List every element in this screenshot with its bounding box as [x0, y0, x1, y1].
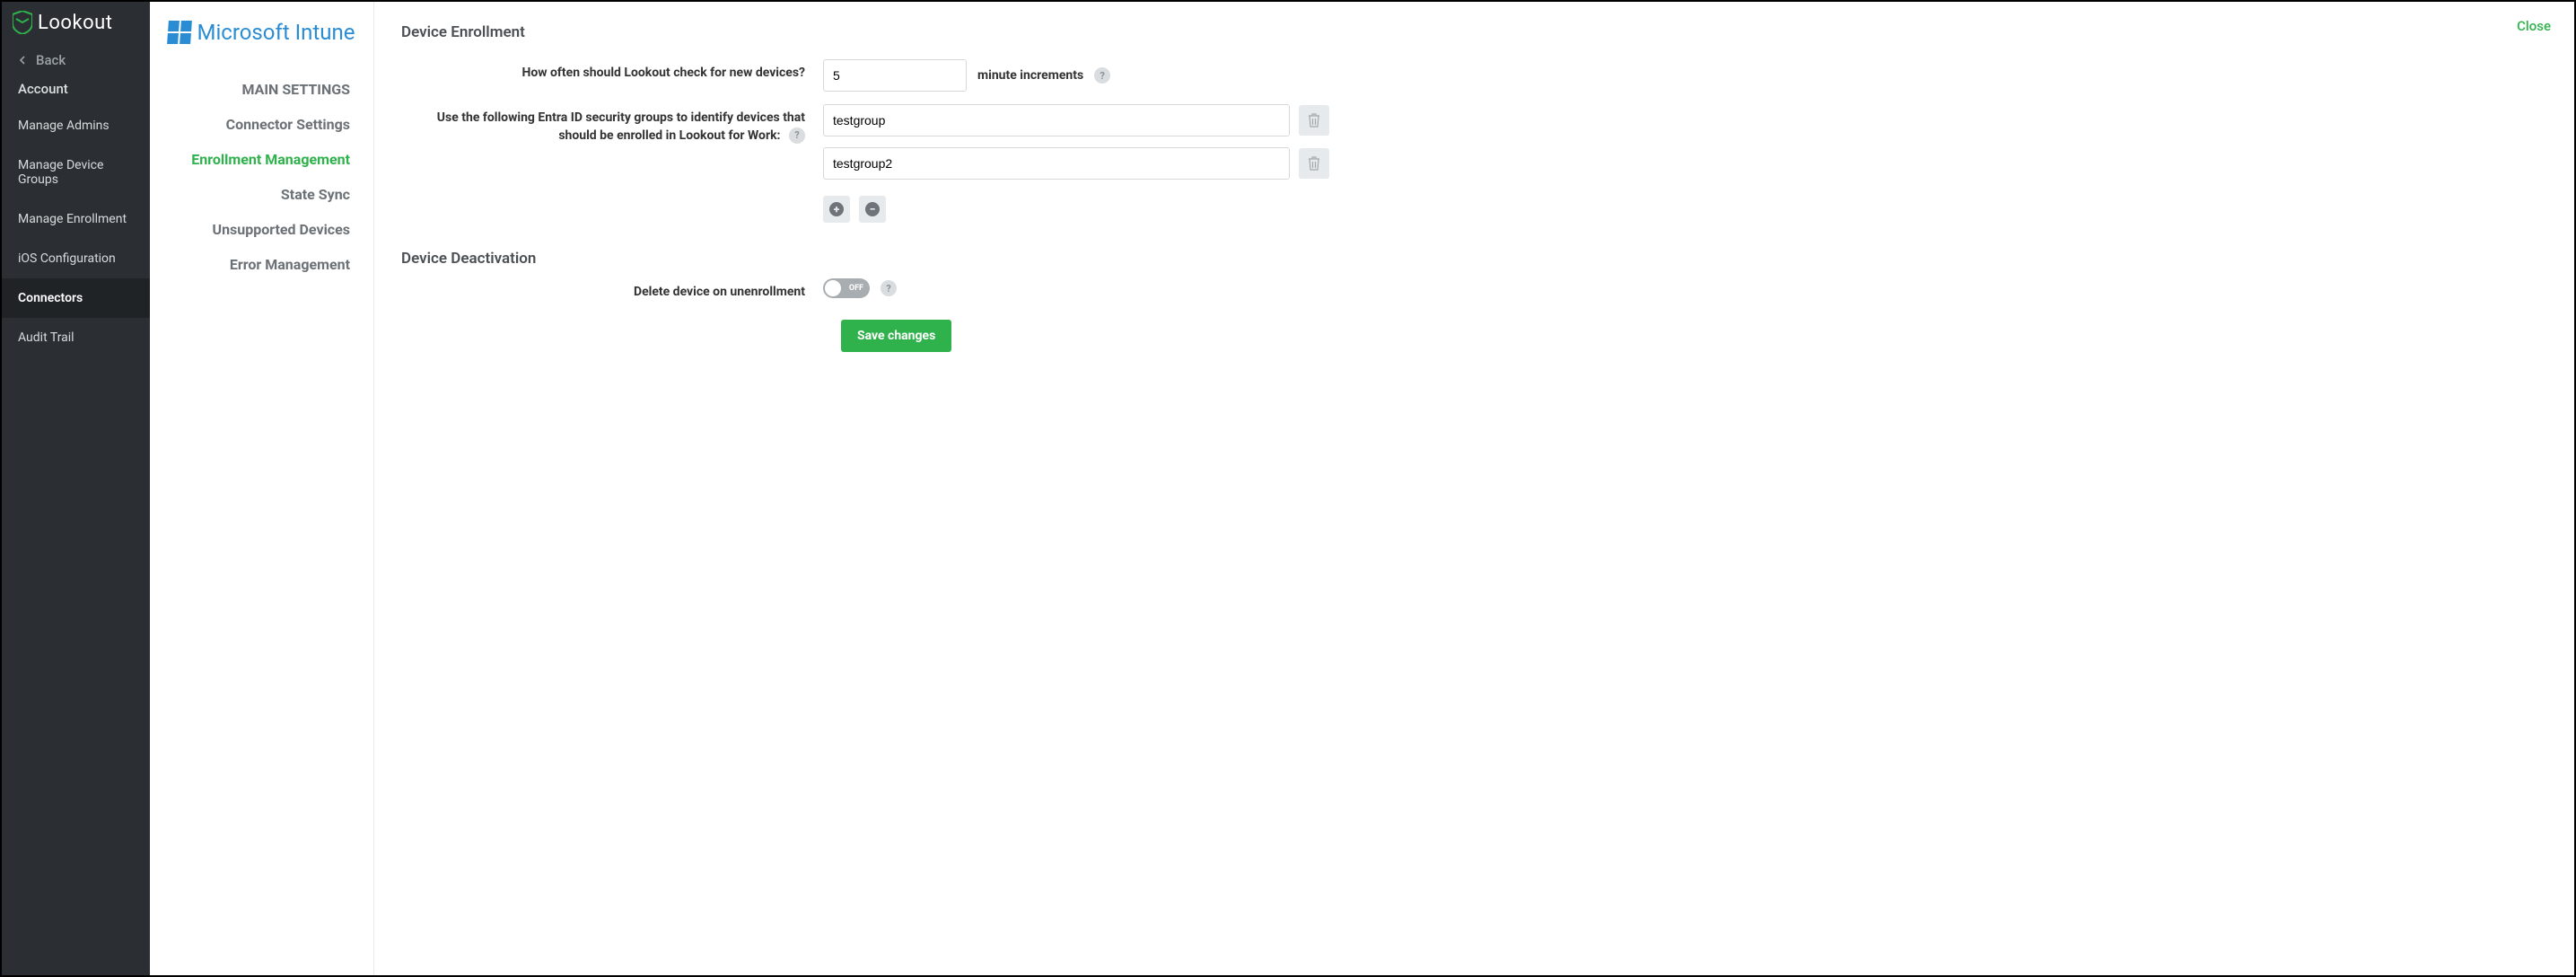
subnav-error-management[interactable]: Error Management [159, 247, 364, 282]
subnav-enrollment-management[interactable]: Enrollment Management [159, 142, 364, 177]
sidebar: Lookout Back Account Manage Admins Manag… [2, 2, 150, 975]
sidebar-item-manage-device-groups[interactable]: Manage Device Groups [2, 145, 150, 199]
minute-increments-label: minute increments [977, 68, 1083, 83]
check-frequency-label: How often should Lookout check for new d… [401, 59, 823, 83]
help-icon[interactable]: ? [789, 128, 805, 144]
sidebar-item-manage-admins[interactable]: Manage Admins [2, 106, 150, 145]
remove-group-button[interactable]: − [859, 196, 886, 223]
sidebar-item-manage-enrollment[interactable]: Manage Enrollment [2, 199, 150, 239]
back-button[interactable]: Back [2, 43, 150, 77]
brand-text: Lookout [38, 12, 112, 34]
device-enrollment-title: Device Enrollment [401, 23, 2547, 41]
delete-group-button-2[interactable] [1299, 148, 1329, 179]
subnav-state-sync[interactable]: State Sync [159, 177, 364, 212]
windows-icon [168, 21, 193, 44]
plus-icon: + [829, 202, 844, 216]
sidebar-item-audit-trail[interactable]: Audit Trail [2, 318, 150, 357]
security-group-input-2[interactable] [823, 147, 1290, 180]
intune-brand: Microsoft Intune [168, 20, 355, 45]
connector-subnav: Microsoft Intune MAIN SETTINGS Connector… [150, 2, 374, 975]
device-deactivation-title: Device Deactivation [401, 250, 2547, 268]
security-groups-label: Use the following Entra ID security grou… [401, 104, 823, 145]
subnav-connector-settings[interactable]: Connector Settings [159, 107, 364, 142]
trash-icon [1308, 113, 1320, 128]
save-button[interactable]: Save changes [841, 320, 951, 352]
account-label: Account [2, 77, 150, 106]
sidebar-item-ios-configuration[interactable]: iOS Configuration [2, 239, 150, 278]
delete-group-button-1[interactable] [1299, 105, 1329, 136]
close-button[interactable]: Close [2517, 18, 2551, 34]
security-group-input-1[interactable] [823, 104, 1290, 136]
trash-icon [1308, 156, 1320, 171]
sidebar-nav: Manage Admins Manage Device Groups Manag… [2, 106, 150, 357]
delete-on-unenrollment-label: Delete device on unenrollment [401, 278, 823, 302]
minus-icon: − [865, 202, 880, 216]
subnav-unsupported-devices[interactable]: Unsupported Devices [159, 212, 364, 247]
help-icon[interactable]: ? [881, 280, 897, 296]
sidebar-item-connectors[interactable]: Connectors [2, 278, 150, 318]
shield-icon [13, 11, 32, 34]
add-group-button[interactable]: + [823, 196, 850, 223]
check-frequency-input[interactable] [823, 59, 967, 92]
help-icon[interactable]: ? [1094, 67, 1110, 84]
delete-on-unenrollment-toggle[interactable]: OFF [823, 278, 870, 298]
chevron-left-icon [18, 56, 27, 65]
content-area: Close Device Enrollment How often should… [374, 2, 2574, 975]
subnav-main-settings[interactable]: MAIN SETTINGS [159, 72, 364, 107]
lookout-logo: Lookout [2, 7, 150, 43]
